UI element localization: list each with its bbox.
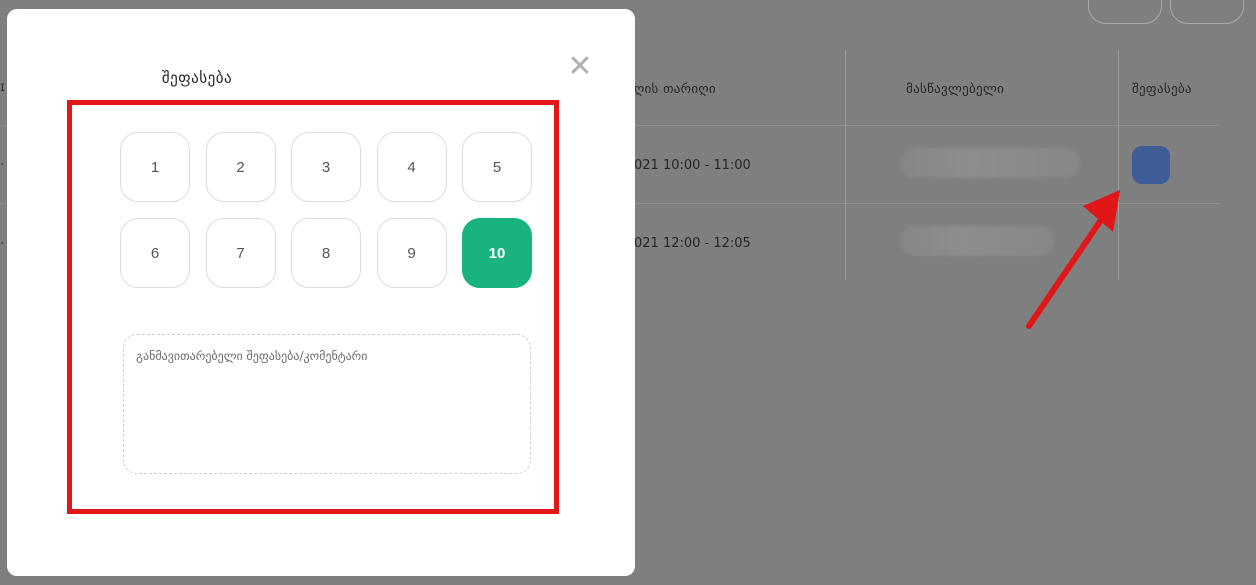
edge-fragment: · — [0, 237, 5, 252]
table-cell-datetime: 021 10:00 - 11:00 — [634, 158, 751, 173]
top-action-button-1[interactable] — [1088, 0, 1162, 24]
table-header-rating: შეფასება — [1132, 82, 1192, 97]
rate-button[interactable] — [1132, 146, 1170, 184]
table-cell-datetime: 021 12:00 - 12:05 — [634, 236, 751, 251]
rating-button-1[interactable]: 1 — [120, 132, 190, 202]
edge-fragment: · — [0, 158, 5, 173]
table-header-lecturer: მასწავლებელი — [906, 82, 1005, 97]
red-arrow-annotation — [1026, 190, 1120, 329]
lecturer-name-blurred — [900, 148, 1080, 178]
rating-button-2[interactable]: 2 — [205, 132, 276, 202]
rating-button-6[interactable]: 6 — [120, 218, 190, 288]
table-header-date: ღის თარიღი — [634, 82, 716, 97]
rating-button-7[interactable]: 7 — [205, 218, 276, 288]
edge-fragment: ɪ — [0, 80, 5, 95]
rating-button-5[interactable]: 5 — [462, 132, 532, 202]
close-icon[interactable]: ✕ — [565, 52, 595, 83]
rating-button-4[interactable]: 4 — [376, 132, 447, 202]
rating-options: 1 2 3 4 5 6 7 8 9 10 — [120, 132, 532, 288]
rating-button-9[interactable]: 9 — [376, 218, 447, 288]
rating-button-3[interactable]: 3 — [291, 132, 361, 202]
modal-title: შეფასება — [161, 69, 233, 87]
comment-textarea[interactable] — [123, 334, 531, 474]
table-column-divider — [845, 50, 846, 280]
top-action-button-2[interactable] — [1170, 0, 1244, 24]
rating-modal: შეფასება ✕ 1 2 3 4 5 6 7 8 9 10 — [7, 9, 635, 576]
rating-button-10[interactable]: 10 — [462, 218, 532, 288]
rating-button-8[interactable]: 8 — [291, 218, 361, 288]
